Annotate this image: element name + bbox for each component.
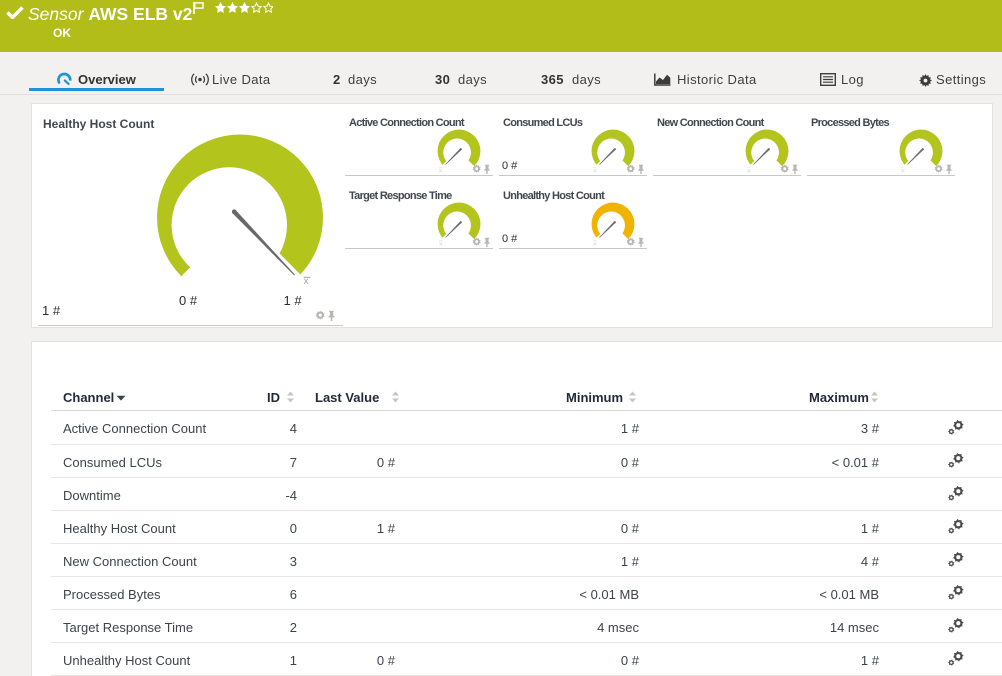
svg-text:x: x — [304, 276, 309, 287]
